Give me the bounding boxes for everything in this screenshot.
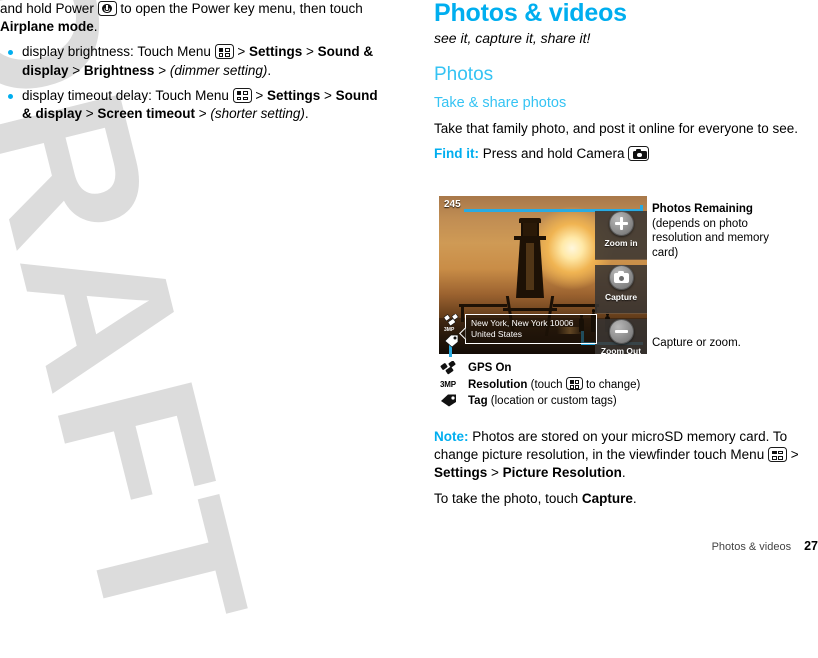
page-tagline: see it, capture it, share it! (434, 30, 591, 46)
note-tail: . (621, 465, 626, 481)
camera-viewfinder-figure: 245 3MP New York, New York 10006 United … (434, 196, 818, 414)
closing-paragraph: To take the photo, touch Capture. (434, 490, 818, 508)
note-sep2: > (487, 465, 503, 481)
note-b1: Settings (434, 465, 488, 481)
note-block: Note: Photos are stored on your microSD … (434, 428, 818, 508)
legend-row-tag: Tag (location or custom tags) (438, 394, 768, 409)
location-tooltip-line2: United States (471, 329, 523, 339)
menu-key-icon (214, 44, 234, 60)
footer-section-title: Photos & videos (711, 541, 792, 553)
minus-circle-icon (608, 319, 634, 344)
continued-paragraph-part1: and hold Power (0, 1, 98, 16)
bullet-0-sep3: > (68, 62, 84, 78)
callout-photos-remaining-title: Photos Remaining (652, 203, 753, 215)
power-key-icon (97, 1, 117, 16)
svg-text:3MP: 3MP (444, 327, 455, 332)
location-tooltip-line1: New York, New York 10006 (471, 318, 574, 328)
zoom-out-button[interactable]: Zoom Out (595, 319, 647, 354)
bullet-1-italic: (shorter setting) (210, 106, 305, 122)
callout-photos-remaining: Photos Remaining (depends on photo resol… (652, 202, 782, 260)
bullet-0-sep1: > (233, 44, 250, 60)
menu-key-icon (232, 87, 252, 103)
legend-resolution-label: Resolution (468, 379, 528, 391)
bullet-1-lead: display timeout delay: Touch Menu (22, 87, 233, 103)
find-it-text: Press and hold Camera (478, 146, 629, 162)
legend-tag-label: Tag (468, 395, 488, 407)
bullet-0-lead: display brightness: Touch Menu (22, 44, 215, 60)
bullet-1-sep4: > (194, 106, 211, 122)
closing-part1: To take the photo, touch (434, 490, 582, 506)
legend-gps-label: GPS On (468, 362, 512, 374)
camera-key-icon (628, 146, 650, 162)
continued-paragraph: and hold Power to open the Power key men… (0, 0, 385, 36)
menu-key-icon (767, 447, 787, 463)
find-it-line: Find it: Press and hold Camera (434, 145, 818, 163)
gps-satellite-icon (440, 360, 464, 375)
bullet-0-tail: . (267, 62, 272, 78)
callout-capture-or-zoom-body: Capture or zoom. (652, 337, 741, 349)
note-label: Note: (434, 429, 469, 444)
legend-resolution-pre: (touch (527, 379, 566, 391)
bullet-0-italic: (dimmer setting) (169, 62, 268, 78)
airplane-mode-term: Airplane mode (0, 19, 94, 35)
continued-paragraph-part2: to open the Power key menu, then touch (116, 1, 363, 16)
footer-page-number: 27 (804, 539, 818, 553)
zoom-out-label: Zoom Out (600, 346, 642, 354)
bullet-1-sep1: > (251, 87, 268, 103)
bullet-1-tail: . (304, 106, 309, 122)
right-column: Photos & videos see it, capture it, shar… (434, 0, 818, 163)
legend-row-gps: GPS On (438, 360, 768, 376)
page-title: Photos & videos (434, 0, 627, 27)
section-heading-photos: Photos (434, 64, 494, 85)
continued-paragraph-part3: . (93, 19, 98, 35)
viewfinder-screenshot: 245 3MP New York, New York 10006 United … (439, 196, 647, 354)
viewfinder-control-strip: Zoom in Capture Zoom Out (595, 206, 647, 354)
bullet-1-b1: Settings (267, 87, 321, 103)
gps-satellite-icon: 3MP (443, 313, 459, 333)
bullet-display-brightness: display brightness: Touch Menu > Setting… (0, 43, 385, 79)
legend-row-resolution: 3MP Resolution (touch to change) (438, 377, 768, 393)
bullet-1-sep3: > (82, 106, 98, 122)
note-paragraph: Note: Photos are stored on your microSD … (434, 428, 818, 483)
zoom-in-button[interactable]: Zoom in (595, 211, 647, 260)
plus-circle-icon (608, 211, 634, 236)
bullet-display-timeout: display timeout delay: Touch Menu > Sett… (0, 87, 385, 123)
resolution-3mp-icon: 3MP (440, 380, 456, 389)
tag-icon (440, 394, 464, 408)
bullet-0-sep2: > (302, 44, 318, 60)
intro-paragraph: Take that family photo, and post it onli… (434, 121, 798, 136)
callout-capture-or-zoom: Capture or zoom. (652, 336, 792, 351)
display-settings-bullets: display brightness: Touch Menu > Setting… (0, 43, 385, 123)
camera-icon (608, 265, 634, 290)
bullet-1-b3: Screen timeout (97, 106, 195, 122)
page-footer: Photos & videos 27 (712, 539, 818, 553)
callout-photos-remaining-body: (depends on photo resolution and memory … (652, 217, 769, 259)
bullet-0-b1: Settings (249, 44, 303, 60)
location-tooltip: New York, New York 10006 United States (465, 314, 597, 344)
capture-label: Capture (604, 292, 638, 302)
legend-resolution-post: to change) (582, 379, 641, 391)
figure-legend: GPS On 3MP Resolution (touch to change) … (438, 360, 768, 410)
photos-remaining-counter: 245 (444, 199, 461, 210)
left-column: and hold Power to open the Power key men… (0, 0, 385, 123)
bullet-1-sep2: > (320, 87, 336, 103)
note-sep1: > (786, 447, 799, 463)
closing-part2: . (632, 490, 637, 506)
manual-page: and hold Power to open the Power key men… (0, 0, 818, 559)
menu-key-icon (565, 377, 583, 390)
note-b2: Picture Resolution (502, 465, 622, 481)
capture-term: Capture (581, 490, 633, 506)
note-text-part1: Photos are stored on your microSD memory… (434, 429, 788, 463)
legend-tag-rest: (location or custom tags) (487, 395, 617, 407)
sub-heading-take-share-photos: Take & share photos (434, 95, 567, 111)
tag-icon (444, 334, 459, 348)
find-it-label: Find it: (434, 146, 479, 162)
zoom-in-label: Zoom in (604, 238, 638, 248)
bullet-0-b3: Brightness (83, 62, 155, 78)
bullet-0-sep4: > (154, 62, 170, 78)
capture-button[interactable]: Capture (595, 265, 647, 314)
